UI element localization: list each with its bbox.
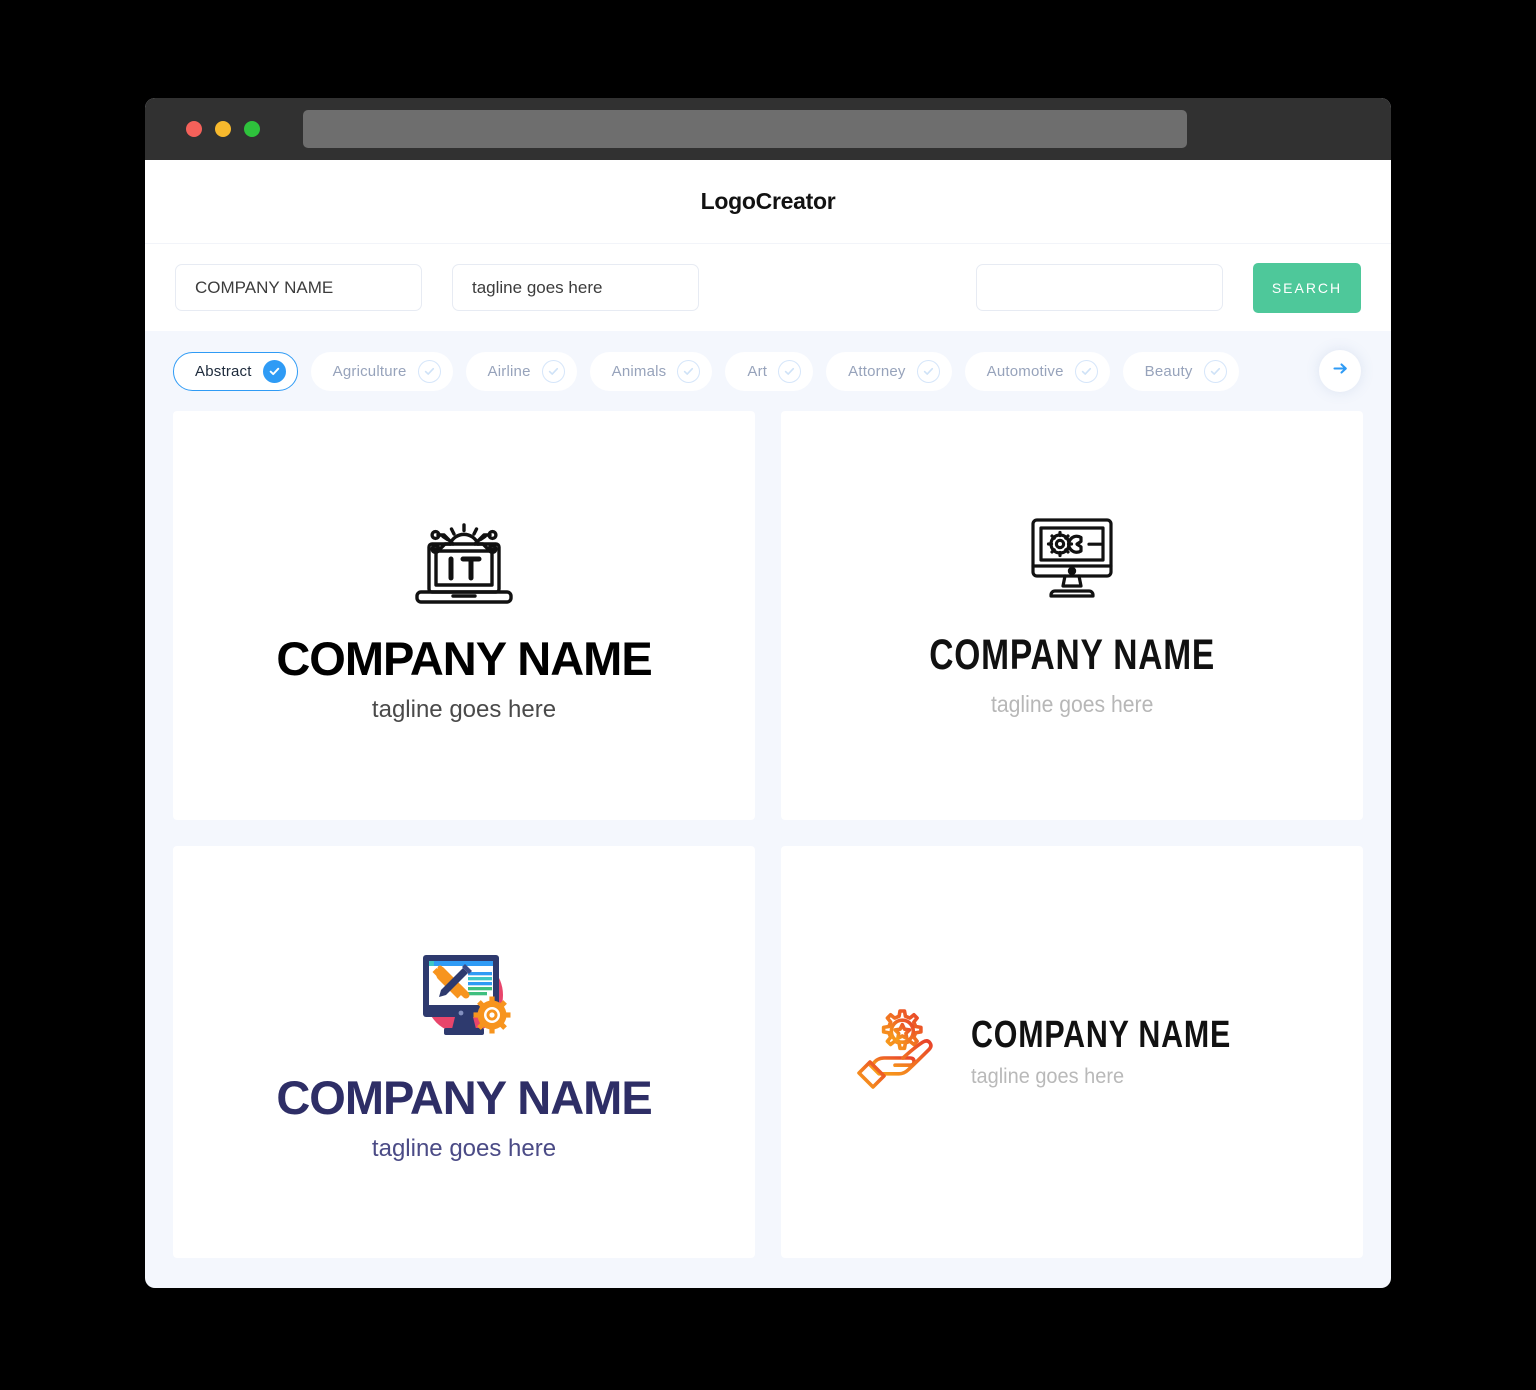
category-chip-label: Beauty xyxy=(1144,362,1193,380)
logo-preview: COMPANY NAME tagline goes here xyxy=(847,1002,1296,1102)
category-chip-automotive[interactable]: Automotive xyxy=(964,351,1110,391)
check-icon xyxy=(417,359,441,383)
logo-tagline: tagline goes here xyxy=(371,1134,557,1162)
logo-preview: COMPANY NAME tagline goes here xyxy=(276,943,653,1162)
logo-results-grid: COMPANY NAME tagline goes here COMPANY N… xyxy=(145,411,1391,1288)
check-icon xyxy=(1203,359,1227,383)
check-icon xyxy=(916,359,940,383)
logo-company-name: COMPANY NAME xyxy=(971,1014,1232,1057)
search-button[interactable]: SEARCH xyxy=(1253,262,1361,313)
hand-gear-star-icon xyxy=(847,1002,947,1102)
maximize-window-button[interactable] xyxy=(244,121,260,137)
check-icon xyxy=(677,359,701,383)
search-toolbar: SEARCH xyxy=(145,243,1391,331)
check-icon xyxy=(1074,359,1098,383)
arrow-right-icon xyxy=(1330,358,1351,384)
next-categories-button[interactable] xyxy=(1319,350,1361,392)
category-chip-animals[interactable]: Animals xyxy=(589,351,713,391)
laptop-it-gear-circuit-icon xyxy=(410,523,518,612)
category-chip-label: Attorney xyxy=(848,362,906,380)
keyword-input[interactable] xyxy=(976,264,1223,311)
logo-card[interactable]: COMPANY NAME tagline goes here xyxy=(173,845,755,1258)
check-icon xyxy=(262,359,286,383)
category-chip-label: Art xyxy=(747,362,768,380)
logo-tagline: tagline goes here xyxy=(990,690,1154,717)
category-chip-abstract[interactable]: Abstract xyxy=(173,351,298,391)
logo-company-name: COMPANY NAME xyxy=(929,630,1215,679)
monitor-gear-wrench-icon xyxy=(1024,518,1120,609)
company-name-input[interactable] xyxy=(175,264,422,311)
check-icon xyxy=(778,359,802,383)
logo-company-name: COMPANY NAME xyxy=(276,1070,652,1124)
category-chip-attorney[interactable]: Attorney xyxy=(826,351,952,391)
close-window-button[interactable] xyxy=(186,121,202,137)
logo-card[interactable]: COMPANY NAME tagline goes here xyxy=(781,411,1363,820)
monitor-tools-gear-color-icon xyxy=(408,954,520,1051)
logo-preview: COMPANY NAME tagline goes here xyxy=(889,515,1255,716)
category-chip-label: Abstract xyxy=(195,362,252,380)
category-chip-label: Animals xyxy=(611,362,667,380)
url-bar[interactable] xyxy=(303,110,1187,148)
browser-title-bar xyxy=(145,98,1391,160)
logo-tagline: tagline goes here xyxy=(971,1065,1125,1089)
category-chip-label: Airline xyxy=(487,362,531,380)
logo-preview: COMPANY NAME tagline goes here xyxy=(276,508,653,724)
logo-text-block: COMPANY NAME tagline goes here xyxy=(971,1016,1296,1087)
minimize-window-button[interactable] xyxy=(215,121,231,137)
window-controls xyxy=(186,121,260,137)
logo-card[interactable]: COMPANY NAME tagline goes here xyxy=(781,845,1363,1258)
app-title: LogoCreator xyxy=(700,188,836,214)
logo-tagline: tagline goes here xyxy=(371,696,557,724)
logo-card[interactable]: COMPANY NAME tagline goes here xyxy=(173,411,755,820)
category-chip-agriculture[interactable]: Agriculture xyxy=(310,351,453,391)
browser-window: LogoCreator SEARCH Abstract Agriculture … xyxy=(145,98,1391,1288)
category-chip-beauty[interactable]: Beauty xyxy=(1122,351,1239,391)
category-chip-label: Agriculture xyxy=(332,362,407,380)
logo-company-name: COMPANY NAME xyxy=(276,632,652,686)
check-icon xyxy=(541,359,565,383)
app-header: LogoCreator xyxy=(145,160,1391,243)
category-chip-art[interactable]: Art xyxy=(725,351,814,391)
category-chip-airline[interactable]: Airline xyxy=(465,351,577,391)
category-chip-label: Automotive xyxy=(986,362,1064,380)
category-filter-bar: Abstract Agriculture Airline Animals Art xyxy=(145,331,1391,411)
tagline-input[interactable] xyxy=(452,264,699,311)
